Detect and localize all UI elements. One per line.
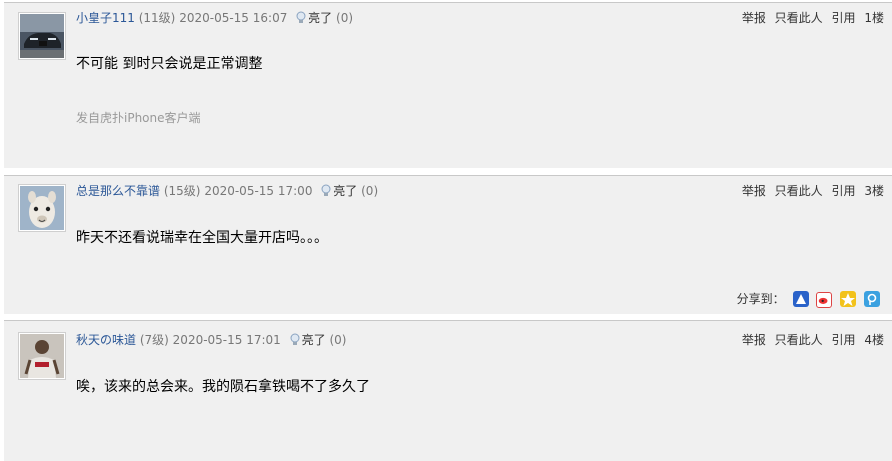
floor-number: 4楼: [864, 333, 884, 347]
post-floor-1: 小皇子111 (11级) 2020-05-15 16:07 亮了 (0) 举报 …: [4, 2, 892, 168]
quote-link[interactable]: 引用: [832, 11, 856, 25]
tencent-share-icon[interactable]: [864, 291, 880, 307]
basketball-player-avatar-icon: [20, 334, 64, 378]
username-link[interactable]: 小皇子111: [76, 11, 135, 25]
share-bar: 分享到：: [737, 290, 880, 308]
user-level: (7级): [139, 333, 169, 347]
alpaca-avatar-icon: [20, 186, 64, 230]
user-avatar[interactable]: [18, 332, 66, 380]
post-floor-3: 总是那么不靠谱 (15级) 2020-05-15 17:00 亮了 (0) 举报…: [4, 175, 892, 314]
username-link[interactable]: 总是那么不靠谱: [76, 184, 160, 198]
light-button[interactable]: 亮了: [333, 184, 357, 198]
post-datetime: 2020-05-15 16:07: [179, 11, 288, 25]
lightbulb-icon[interactable]: [289, 333, 301, 346]
only-this-user-link[interactable]: 只看此人: [775, 333, 823, 347]
username-link[interactable]: 秋天の味道: [76, 333, 136, 347]
light-button[interactable]: 亮了: [308, 11, 332, 25]
user-level: (11级): [138, 11, 176, 25]
only-this-user-link[interactable]: 只看此人: [775, 11, 823, 25]
lightbulb-icon[interactable]: [320, 184, 332, 197]
user-avatar[interactable]: [18, 184, 66, 232]
post-actions: 举报 只看此人 引用 3楼: [737, 182, 884, 199]
weibo-share-icon[interactable]: [816, 292, 833, 308]
post-floor-4: 秋天の味道 (7级) 2020-05-15 17:01 亮了 (0) 举报 只看…: [4, 320, 892, 461]
light-count: (0): [336, 11, 354, 25]
light-count: (0): [329, 333, 347, 347]
share-label: 分享到：: [736, 292, 785, 306]
user-level: (15级): [163, 184, 201, 198]
floor-number: 1楼: [864, 11, 884, 25]
qzone-share-icon[interactable]: [840, 291, 857, 307]
post-actions: 举报 只看此人 引用 4楼: [737, 331, 884, 348]
post-meta: 小皇子111 (11级) 2020-05-15 16:07 亮了 (0): [76, 9, 353, 26]
quote-link[interactable]: 引用: [832, 333, 856, 347]
post-content: 昨天不还看说瑞幸在全国大量开店吗。。。: [76, 230, 328, 246]
lightbulb-icon[interactable]: [295, 11, 307, 24]
floor-number: 3楼: [864, 184, 884, 198]
light-button[interactable]: 亮了: [302, 333, 326, 347]
baidu-share-icon[interactable]: [792, 291, 809, 307]
report-link[interactable]: 举报: [742, 333, 766, 347]
user-avatar[interactable]: [18, 12, 66, 60]
post-meta: 总是那么不靠谱 (15级) 2020-05-15 17:00 亮了 (0): [76, 182, 378, 199]
post-datetime: 2020-05-15 17:00: [204, 184, 313, 198]
report-link[interactable]: 举报: [742, 184, 766, 198]
post-meta: 秋天の味道 (7级) 2020-05-15 17:01 亮了 (0): [76, 331, 346, 348]
report-link[interactable]: 举报: [742, 11, 766, 25]
quote-link[interactable]: 引用: [832, 184, 856, 198]
light-count: (0): [361, 184, 379, 198]
only-this-user-link[interactable]: 只看此人: [775, 184, 823, 198]
car-avatar-icon: [20, 14, 64, 58]
post-content: 唉，该来的总会来。我的陨石拿铁喝不了多久了: [76, 379, 370, 395]
post-datetime: 2020-05-15 17:01: [172, 333, 281, 347]
post-source: 发自虎扑iPhone客户端: [76, 111, 201, 125]
post-content: 不可能 到时只会说是正常调整: [76, 56, 263, 72]
post-actions: 举报 只看此人 引用 1楼: [737, 9, 884, 26]
